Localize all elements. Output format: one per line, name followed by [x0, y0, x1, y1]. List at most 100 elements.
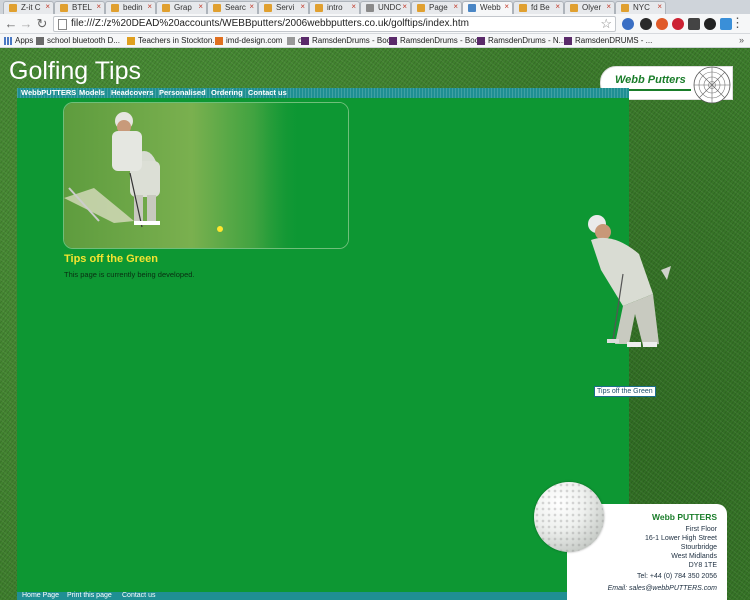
nav-link[interactable]: Ordering — [211, 88, 243, 97]
side-golfer-illustration — [588, 215, 671, 347]
tab-favicon-icon — [213, 4, 221, 12]
pinterest-icon[interactable] — [672, 18, 684, 30]
browser-tab[interactable]: bedin × — [105, 1, 156, 14]
extension-icon[interactable] — [640, 18, 652, 30]
bookmark-label: Teachers in Stockton... — [138, 36, 219, 45]
browser-tab[interactable]: Searc × — [207, 1, 258, 14]
tab-favicon-icon — [162, 4, 170, 12]
side-caption[interactable]: Tips off the Green — [594, 386, 656, 397]
nav-band — [17, 88, 629, 98]
tab-close-icon[interactable]: × — [249, 2, 254, 11]
browser-tab[interactable]: Page × — [411, 1, 462, 14]
golf-ball-image — [534, 482, 604, 552]
bookmark-item[interactable]: RamsdenDRUMS - ... — [564, 36, 652, 45]
tab-favicon-icon — [468, 4, 476, 12]
tab-close-icon[interactable]: × — [300, 2, 305, 11]
nav-link[interactable]: WebbPUTTERS — [21, 88, 76, 97]
logo-text: Webb Putters — [615, 74, 686, 86]
site-title: Golfing Tips — [9, 57, 142, 85]
bookmark-label: RamsdenDRUMS - ... — [575, 36, 653, 45]
section-heading: Tips off the Green — [64, 253, 158, 265]
extension-icon[interactable] — [622, 18, 634, 30]
bookmarks-more-icon[interactable]: » — [739, 35, 744, 45]
browser-tab[interactable]: Webb × — [462, 1, 513, 14]
bookmark-label: RamsdenDrums - Boo... — [312, 36, 398, 45]
browser-tab[interactable]: BTEL × — [54, 1, 105, 14]
bookmark-favicon-icon — [287, 37, 295, 45]
tab-title: Z-it C — [21, 3, 41, 12]
tab-close-icon[interactable]: × — [657, 2, 662, 11]
extension-icon[interactable] — [688, 18, 700, 30]
nav-link[interactable]: Models — [79, 88, 105, 97]
bookmark-favicon-icon — [215, 37, 223, 45]
back-arrow-icon[interactable]: ← — [3, 16, 19, 32]
extension-icon[interactable] — [656, 18, 668, 30]
tab-favicon-icon — [9, 4, 17, 12]
tab-title: Page — [429, 3, 448, 12]
bookmark-item[interactable]: RamsdenDrums - Boo... — [301, 36, 398, 45]
footer-link[interactable]: Home Page — [22, 592, 59, 599]
footer-link[interactable]: Contact us — [122, 592, 155, 599]
browser-tab[interactable]: NYC × — [615, 1, 666, 14]
bookmark-item[interactable]: Teachers in Stockton... — [127, 36, 219, 45]
footer-link[interactable]: Print this page — [67, 592, 112, 599]
tab-close-icon[interactable]: × — [402, 2, 407, 11]
address-bar[interactable]: file:///Z:/z%20DEAD%20accounts/WEBBputte… — [53, 16, 616, 32]
tab-close-icon[interactable]: × — [555, 2, 560, 11]
tab-title: Servi — [276, 3, 295, 12]
tab-title: NYC — [633, 3, 650, 12]
nav-link[interactable]: Headcovers — [111, 88, 154, 97]
tab-close-icon[interactable]: × — [504, 2, 509, 11]
url-text[interactable]: file:///Z:/z%20DEAD%20accounts/WEBBputte… — [71, 18, 469, 29]
company-name: Webb PUTTERS — [651, 512, 717, 522]
browser-tab[interactable]: intro × — [309, 1, 360, 14]
address-line: West Midlands — [671, 553, 717, 560]
bookmark-item[interactable]: RamsdenDrums - Boo... — [389, 36, 486, 45]
browser-tab[interactable]: Olyer × — [564, 1, 615, 14]
tab-favicon-icon — [366, 4, 374, 12]
body-text: This page is currently being developed. — [64, 270, 195, 279]
email-link[interactable]: Email: sales@webbPUTTERS.com — [608, 585, 717, 594]
bookmark-favicon-icon — [301, 37, 309, 45]
tab-title: Olyer — [582, 3, 602, 12]
apps-bookmark[interactable]: Apps — [4, 36, 33, 45]
browser-tab[interactable]: Grap × — [156, 1, 207, 14]
spider-web-icon — [693, 66, 731, 104]
apps-grid-icon — [4, 37, 12, 45]
page-icon — [58, 19, 67, 30]
hero-image — [63, 102, 349, 249]
reload-icon[interactable]: ↻ — [34, 16, 50, 32]
tab-strip: Z-it C × BTEL × bedin × Grap × Searc × Servi × intro… — [0, 0, 750, 14]
tab-close-icon[interactable]: × — [147, 2, 152, 11]
tab-favicon-icon — [621, 4, 629, 12]
tab-close-icon[interactable]: × — [45, 2, 50, 11]
tab-close-icon[interactable]: × — [351, 2, 356, 11]
browser-tab[interactable]: fd Be × — [513, 1, 564, 14]
tab-favicon-icon — [60, 4, 68, 12]
bookmark-favicon-icon — [127, 37, 135, 45]
bookmark-item[interactable]: RamsdenDrums - N... — [477, 36, 565, 45]
bookmark-label: Apps — [15, 36, 34, 45]
nav-link[interactable]: Personalised — [159, 88, 206, 97]
browser-tab[interactable]: Z-it C × — [3, 1, 54, 14]
tab-close-icon[interactable]: × — [96, 2, 101, 11]
forward-arrow-icon[interactable]: → — [18, 16, 34, 32]
bookmark-item[interactable]: school bluetooth D... — [36, 36, 120, 45]
extension-icon[interactable] — [704, 18, 716, 30]
bookmark-star-icon[interactable]: ☆ — [600, 16, 612, 32]
tab-title: Searc — [225, 3, 246, 12]
address-line: 16-1 Lower High Street — [645, 535, 717, 542]
tab-close-icon[interactable]: × — [198, 2, 203, 11]
bookmark-item[interactable]: imd-design.com — [215, 36, 282, 45]
browser-tab[interactable]: Servi × — [258, 1, 309, 14]
tab-title: Webb — [480, 3, 501, 12]
tab-favicon-icon — [315, 4, 323, 12]
tab-favicon-icon — [264, 4, 272, 12]
telephone: Tel: +44 (0) 784 350 2056 — [637, 573, 717, 580]
tab-close-icon[interactable]: × — [453, 2, 458, 11]
tab-close-icon[interactable]: × — [606, 2, 611, 11]
browser-tab[interactable]: UNDC × — [360, 1, 411, 14]
nav-link[interactable]: Contact us — [248, 88, 287, 97]
bookmark-favicon-icon — [477, 37, 485, 45]
menu-icon[interactable]: ⋮ — [731, 16, 744, 30]
